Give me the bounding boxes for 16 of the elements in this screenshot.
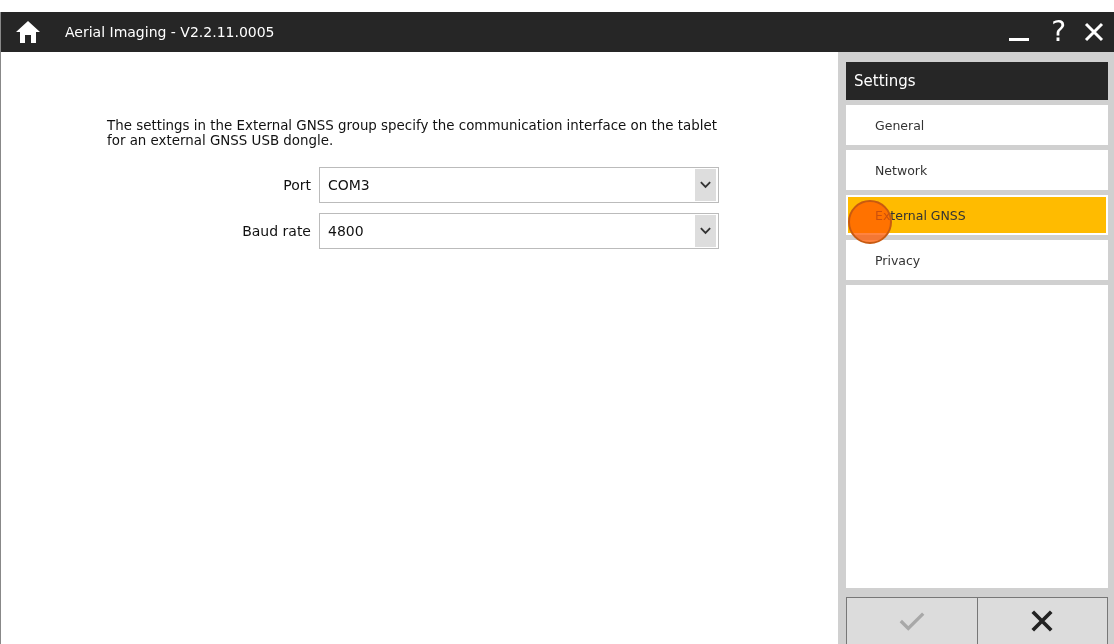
description-text: The settings in the External GNSS group specify the communication interface on the tablet for an external GNSS USB dongle. xyxy=(107,118,718,148)
dropdown-field[interactable]: COM3 xyxy=(319,167,719,203)
cancel-button[interactable] xyxy=(976,598,1107,644)
sidebar-item[interactable]: Privacy xyxy=(846,240,1108,280)
field-label: Baud rate xyxy=(241,223,312,239)
window-title: Aerial Imaging - V2.2.11.0005 xyxy=(65,24,275,40)
field-label: Port xyxy=(282,177,312,193)
help-button[interactable]: ? xyxy=(1051,18,1066,46)
close-icon[interactable] xyxy=(1084,22,1104,42)
home-icon[interactable] xyxy=(15,20,41,44)
chevron-down-icon xyxy=(699,226,712,236)
sidebar-item[interactable]: General xyxy=(846,105,1108,145)
sidebar-title: Settings xyxy=(846,62,1108,100)
sidebar-item[interactable]: Network xyxy=(846,150,1108,190)
dropdown-field[interactable]: 4800 xyxy=(319,213,719,249)
chevron-down-icon xyxy=(699,180,712,190)
